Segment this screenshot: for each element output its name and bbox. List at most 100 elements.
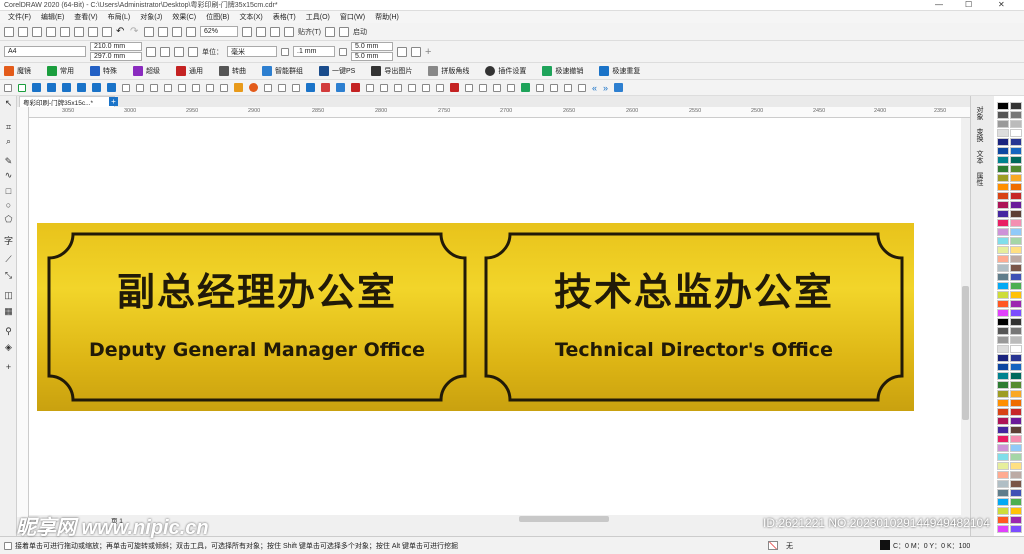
zoom-level-field[interactable]: 62% [200, 26, 238, 37]
color-swatch[interactable] [997, 138, 1009, 146]
color-swatch[interactable] [1010, 246, 1022, 254]
close-button[interactable]: ✕ [998, 0, 1005, 9]
dock-tab-transform[interactable]: 变换 [974, 128, 983, 142]
color-swatch[interactable] [997, 507, 1009, 515]
color-swatch[interactable] [1010, 102, 1022, 110]
transparency-icon[interactable]: ▦ [3, 306, 14, 317]
dock-tab-objects[interactable]: 对象 [974, 106, 983, 120]
color-swatch[interactable] [1010, 309, 1022, 317]
color-swatch[interactable] [1010, 129, 1022, 137]
tool-g-icon[interactable] [351, 83, 360, 92]
menu-layout[interactable]: 布局(L) [104, 12, 135, 22]
color-swatch[interactable] [997, 417, 1009, 425]
tool-j-icon[interactable] [394, 83, 402, 92]
color-swatch[interactable] [997, 390, 1009, 398]
export-icon[interactable] [172, 26, 182, 37]
tool-d-icon[interactable] [306, 83, 315, 92]
color-swatch[interactable] [997, 480, 1009, 488]
unit-select[interactable]: 毫米 [227, 46, 277, 57]
color-swatch[interactable] [997, 147, 1009, 155]
color-swatch[interactable] [997, 408, 1009, 416]
launch-menu[interactable]: 启动 [353, 27, 367, 37]
tool-3-icon[interactable] [77, 83, 86, 92]
zoom-tool-icon[interactable]: ⌕ [3, 136, 14, 147]
all-pages-icon[interactable] [174, 46, 184, 57]
new-document-icon[interactable] [4, 26, 14, 37]
color-swatch[interactable] [997, 498, 1009, 506]
color-swatch[interactable] [1010, 138, 1022, 146]
color-swatch[interactable] [1010, 507, 1022, 515]
color-swatch[interactable] [1010, 444, 1022, 452]
color-swatch[interactable] [1010, 291, 1022, 299]
color-swatch[interactable] [1010, 228, 1022, 236]
menu-object[interactable]: 对象(J) [136, 12, 166, 22]
color-swatch[interactable] [997, 273, 1009, 281]
color-swatch[interactable] [1010, 318, 1022, 326]
pick-tool-icon[interactable]: ↖ [3, 98, 14, 109]
color-swatch[interactable] [997, 102, 1009, 110]
color-swatch[interactable] [997, 156, 1009, 164]
orange-tool-icon[interactable] [234, 83, 243, 92]
color-swatch[interactable] [1010, 525, 1022, 533]
tool-p-icon[interactable] [479, 83, 487, 92]
color-swatch[interactable] [997, 309, 1009, 317]
color-swatch[interactable] [997, 210, 1009, 218]
plugin-special[interactable]: 特殊 [90, 66, 117, 76]
horizontal-scroll-thumb[interactable] [519, 516, 609, 522]
treat-as-filled-icon[interactable] [397, 46, 407, 57]
color-swatch[interactable] [1010, 282, 1022, 290]
polygon-tool-icon[interactable]: ⬠ [3, 214, 14, 225]
tool-a-icon[interactable] [264, 83, 272, 92]
color-swatch[interactable] [1010, 498, 1022, 506]
tool-1-icon[interactable] [47, 83, 56, 92]
vertical-ruler[interactable] [17, 107, 29, 517]
text-tool-icon[interactable]: 字 [3, 236, 14, 247]
menu-table[interactable]: 表格(T) [269, 12, 300, 22]
color-swatch[interactable] [1010, 462, 1022, 470]
color-swatch[interactable] [997, 219, 1009, 227]
plugin-smart-group[interactable]: 智能群组 [262, 66, 303, 76]
color-swatch[interactable] [997, 435, 1009, 443]
tool-r-icon[interactable] [507, 83, 515, 92]
duplicate-x-field[interactable]: 5.0 mm [351, 42, 393, 51]
tool-o-icon[interactable] [465, 83, 473, 92]
plugin-settings[interactable]: 插件设置 [485, 66, 526, 76]
plugin-export-image[interactable]: 导出图片 [371, 66, 412, 76]
color-swatch[interactable] [997, 120, 1009, 128]
parallel-dimension-icon[interactable]: ⟋ [3, 254, 14, 265]
page-frame-icon[interactable] [411, 46, 421, 57]
plugin-magic-mirror[interactable]: 魔镜 [4, 66, 31, 76]
cut-icon[interactable] [74, 26, 84, 37]
tool-v-icon[interactable] [564, 83, 572, 92]
color-swatch[interactable] [997, 192, 1009, 200]
portrait-icon[interactable] [146, 46, 156, 57]
tool-l-icon[interactable] [422, 83, 430, 92]
import-icon[interactable] [158, 26, 168, 37]
vertical-scrollbar[interactable] [961, 118, 970, 515]
paper-size-select[interactable]: A4 [4, 46, 86, 57]
target-icon[interactable] [122, 83, 130, 92]
cloud-icon[interactable] [46, 26, 56, 37]
undo-icon[interactable]: ↶ [116, 26, 126, 37]
tool-m-icon[interactable] [436, 83, 444, 92]
maximize-button[interactable]: ☐ [965, 0, 972, 9]
color-swatch[interactable] [1010, 381, 1022, 389]
page-height-field[interactable]: 297.0 mm [90, 52, 142, 61]
export-pdf-icon[interactable] [186, 26, 196, 37]
menu-text[interactable]: 文本(X) [235, 12, 266, 22]
color-swatch[interactable] [997, 264, 1009, 272]
tool-e-icon[interactable] [321, 83, 330, 92]
tool-f-icon[interactable] [336, 83, 345, 92]
color-swatch[interactable] [1010, 327, 1022, 335]
color-swatch[interactable] [997, 462, 1009, 470]
color-swatch[interactable] [1010, 174, 1022, 182]
paste-icon[interactable] [102, 26, 112, 37]
color-swatch[interactable] [1010, 201, 1022, 209]
color-swatch[interactable] [1010, 435, 1022, 443]
full-screen-icon[interactable] [242, 26, 252, 37]
page-width-field[interactable]: 210.0 mm [90, 42, 142, 51]
menu-effects[interactable]: 效果(C) [168, 12, 200, 22]
color-swatch[interactable] [997, 111, 1009, 119]
color-swatch[interactable] [1010, 192, 1022, 200]
add-icon[interactable]: + [425, 46, 431, 58]
